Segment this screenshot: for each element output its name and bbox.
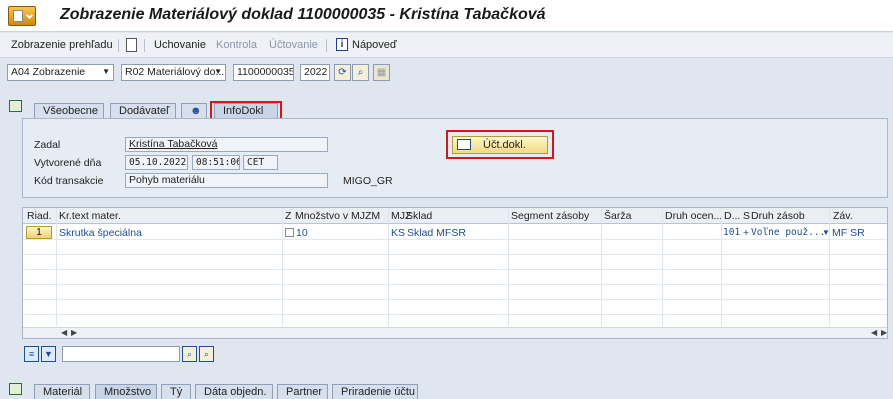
help-icon[interactable]: i [336, 38, 348, 51]
item-tabstrip: Materiál Množstvo Tý Dáta objedn. Partne… [0, 380, 893, 399]
chevron-down-icon[interactable]: ▼ [822, 228, 830, 237]
doc-number-value: 1100000035 [237, 66, 294, 78]
help-button[interactable]: Nápoveď [352, 39, 397, 51]
find-icon[interactable]: ⌕ [352, 64, 369, 81]
table-toolbar: ≡ ▼ ⌕ ⌕ [22, 344, 422, 366]
application-toolbar: Zobrazenie prehľadu Uchovanie Kontrola Ú… [0, 33, 893, 58]
find-next-icon[interactable]: ⌕ [199, 346, 214, 362]
tab-material[interactable]: Materiál [34, 384, 90, 399]
year-value: 2022 [304, 66, 328, 78]
created-on-label: Vytvorené dňa [34, 157, 102, 169]
action-value: A04 Zobrazenie [11, 66, 86, 78]
grid-icon: ▦ [373, 64, 390, 81]
created-time-field: 08:51:06 [192, 155, 240, 170]
storage-cell[interactable]: Sklad MFSR [407, 227, 466, 239]
table-row[interactable]: 1 Skrutka špeciálna 10 KS Sklad MFSR 101… [23, 225, 887, 240]
tcode-value: MIGO_GR [343, 175, 393, 187]
new-document-icon[interactable] [126, 38, 137, 52]
find-icon[interactable]: ⌕ [182, 346, 197, 362]
col-header[interactable]: D... [724, 210, 740, 222]
partner-icon[interactable]: ☻ [181, 103, 207, 119]
doc-type-value: R02 Materiálový do... [125, 66, 225, 78]
post-button: Účtovanie [269, 39, 318, 51]
created-by-value: Kristína Tabačková [129, 138, 218, 150]
year-field[interactable]: 2022 [300, 64, 330, 81]
col-header[interactable]: Sklad [406, 210, 498, 222]
tab-quantity[interactable]: Množstvo [95, 384, 157, 399]
movement-type-cell[interactable]: 101 [723, 227, 740, 238]
chevron-down-icon: ▼ [102, 67, 110, 76]
material-text-cell[interactable]: Skrutka špeciálna [59, 227, 142, 239]
horizontal-scrollbar[interactable]: ◀ ▶ ◀ ▶ [23, 327, 887, 338]
highlight-box [446, 130, 554, 159]
execute-icon[interactable]: ⟳ [334, 64, 351, 81]
col-header[interactable]: Množstvo v MJZM [295, 210, 387, 222]
expand-detail-icon[interactable] [9, 383, 22, 395]
separator [144, 39, 145, 52]
header-tabstrip: Všeobecne Dodávateľ ☻ InfoDokl [0, 97, 893, 119]
created-date-field: 05.10.2022 [125, 155, 188, 170]
filter-icon[interactable]: ▼ [41, 346, 56, 362]
expand-header-icon[interactable] [9, 100, 22, 112]
col-header[interactable]: Šarža [604, 210, 664, 222]
title-bar: Zobrazenie Materiálový doklad 1100000035… [0, 0, 893, 32]
tcode-desc-field: Pohyb materiálu [125, 173, 328, 188]
tab-where[interactable]: Tý [161, 384, 191, 399]
separator [118, 39, 119, 52]
col-header[interactable]: Druh zásob [751, 210, 827, 222]
doc-number-field[interactable]: 1100000035 [233, 64, 294, 81]
quantity-cell[interactable]: 10 [296, 227, 308, 239]
separator [326, 39, 327, 52]
table-row [23, 270, 887, 285]
col-header[interactable]: S [743, 210, 751, 222]
tcode-label: Kód transakcie [34, 175, 104, 187]
item-table: Riad. Kr.text mater. Z Množstvo v MJZM M… [22, 207, 888, 339]
stock-type-cell[interactable]: Voľne použ... [751, 227, 825, 238]
col-header[interactable]: Riad. [27, 210, 55, 222]
row-select-button[interactable]: 1 [26, 226, 52, 239]
selection-row: A04 Zobrazenie ▼ R02 Materiálový do... ▼… [0, 60, 893, 86]
scroll-right-icon[interactable]: ▶ [71, 328, 77, 337]
col-header[interactable]: Druh ocen... [665, 210, 721, 222]
doc-type-dropdown[interactable]: R02 Materiálový do... ▼ [121, 64, 226, 81]
table-row [23, 300, 887, 315]
sign-cell[interactable]: + [743, 227, 749, 239]
col-header[interactable]: Záv. [833, 210, 873, 222]
tab-account-assignment[interactable]: Priradenie účtu [332, 384, 418, 399]
chevron-down-icon: ▼ [214, 67, 222, 76]
col-header[interactable]: Z [285, 210, 293, 222]
scroll-right-icon[interactable]: ▶ [881, 328, 887, 337]
tab-general[interactable]: Všeobecne [34, 103, 104, 119]
menu-icon[interactable] [8, 6, 36, 26]
select-all-icon[interactable]: ≡ [24, 346, 39, 362]
tab-partner[interactable]: Partner [277, 384, 328, 399]
table-row [23, 240, 887, 255]
action-dropdown[interactable]: A04 Zobrazenie ▼ [7, 64, 114, 81]
table-row [23, 255, 887, 270]
table-header: Riad. Kr.text mater. Z Množstvo v MJZM M… [23, 208, 887, 224]
hold-button[interactable]: Uchovanie [154, 39, 206, 51]
table-row [23, 285, 887, 300]
created-by-field: Kristína Tabačková [125, 137, 328, 152]
checkbox[interactable] [285, 228, 294, 237]
search-input[interactable] [62, 346, 180, 362]
timezone-field: CET [243, 155, 278, 170]
overview-button[interactable]: Zobrazenie prehľadu [11, 39, 113, 51]
created-by-label: Zadal [34, 139, 61, 151]
check-button: Kontrola [216, 39, 257, 51]
col-header[interactable]: Segment zásoby [511, 210, 601, 222]
scroll-left-icon[interactable]: ◀ [61, 328, 67, 337]
tab-vendor[interactable]: Dodávateľ [110, 103, 176, 119]
window-title: Zobrazenie Materiálový doklad 1100000035… [60, 6, 546, 23]
col-header[interactable]: Kr.text mater. [59, 210, 279, 222]
scroll-left-icon[interactable]: ◀ [871, 328, 877, 337]
tab-order-data[interactable]: Dáta objedn. [195, 384, 273, 399]
plant-cell[interactable]: MF SR [832, 227, 865, 239]
unit-cell[interactable]: KS [391, 227, 405, 239]
